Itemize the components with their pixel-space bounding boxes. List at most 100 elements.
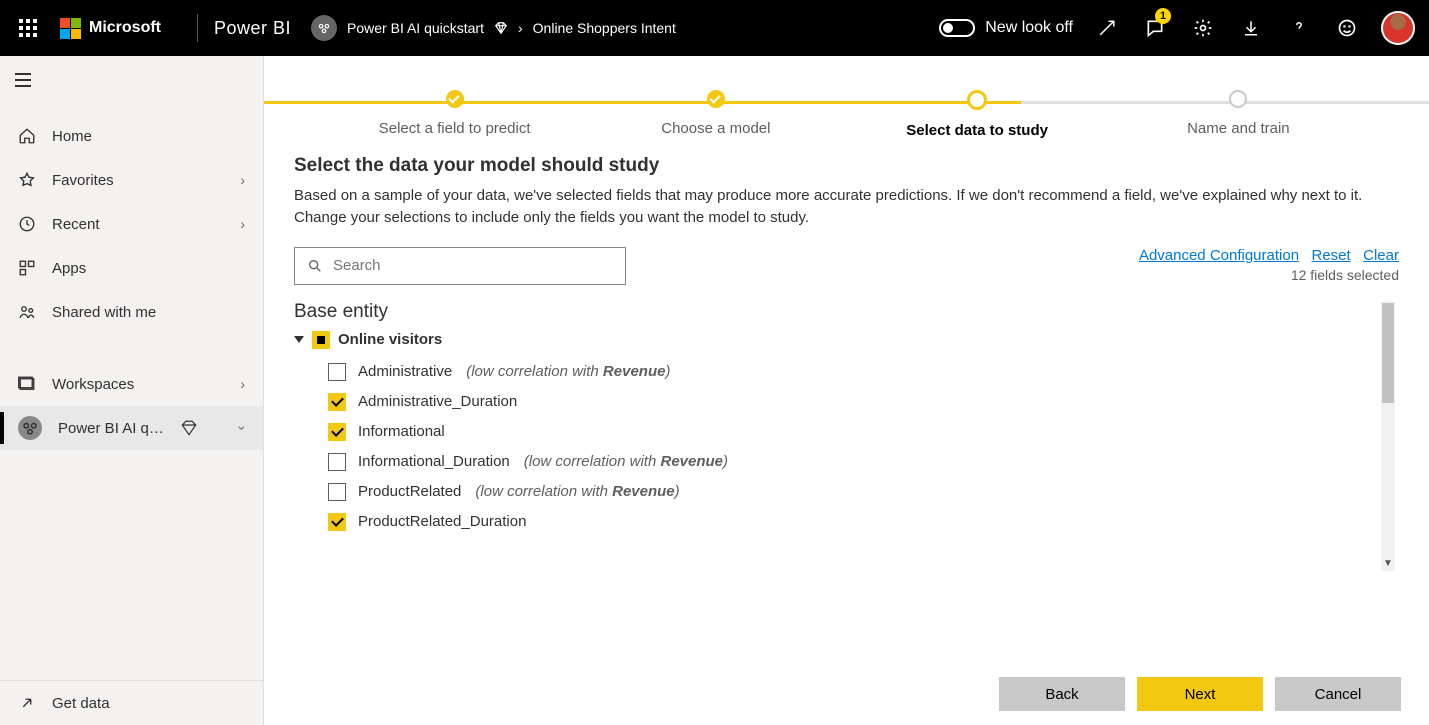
field-row[interactable]: Administrative(low correlation with Reve… bbox=[328, 357, 1399, 387]
field-row[interactable]: Informational_Duration (low correlation w… bbox=[328, 447, 1399, 477]
scroll-thumb[interactable] bbox=[1382, 303, 1394, 403]
nav-collapse-button[interactable] bbox=[0, 60, 263, 100]
product-brand[interactable]: Power BI bbox=[214, 18, 291, 39]
link-advanced-config[interactable]: Advanced Configuration bbox=[1139, 247, 1299, 264]
breadcrumb-page[interactable]: Online Shoppers Intent bbox=[533, 20, 676, 36]
field-checkbox[interactable] bbox=[328, 513, 346, 531]
workspace-avatar-icon bbox=[18, 416, 42, 440]
help-button[interactable] bbox=[1275, 0, 1323, 56]
new-look-label: New look off bbox=[985, 19, 1073, 37]
step-3[interactable]: Select data to study bbox=[847, 90, 1108, 139]
step-4[interactable]: Name and train bbox=[1108, 90, 1369, 139]
nav-home[interactable]: Home bbox=[0, 114, 263, 158]
new-look-toggle[interactable]: New look off bbox=[939, 19, 1073, 37]
caret-down-icon bbox=[294, 336, 304, 343]
step-dot-icon bbox=[967, 90, 987, 110]
feedback-button[interactable] bbox=[1323, 0, 1371, 56]
nav-home-label: Home bbox=[52, 128, 92, 145]
home-icon bbox=[18, 127, 36, 145]
field-row[interactable]: Informational bbox=[328, 417, 1399, 447]
page-description: Based on a sample of your data, we've se… bbox=[294, 185, 1399, 229]
field-row[interactable]: Administrative_Duration bbox=[328, 387, 1399, 417]
back-button[interactable]: Back bbox=[999, 677, 1125, 711]
step-1-label: Select a field to predict bbox=[324, 120, 585, 137]
step-dot-icon bbox=[446, 90, 464, 108]
entity-section-title: Base entity bbox=[294, 301, 1399, 323]
scroll-down-icon: ▼ bbox=[1381, 557, 1395, 571]
breadcrumb-sep: › bbox=[518, 20, 523, 36]
toggle-switch-icon bbox=[939, 19, 975, 37]
chevron-right-icon: › bbox=[240, 172, 245, 188]
search-icon bbox=[307, 258, 323, 274]
nav-get-data-label: Get data bbox=[52, 695, 110, 712]
cancel-button[interactable]: Cancel bbox=[1275, 677, 1401, 711]
field-name: ProductRelated bbox=[358, 483, 461, 500]
top-bar: Microsoft Power BI Power BI AI quickstar… bbox=[0, 0, 1429, 56]
link-reset[interactable]: Reset bbox=[1312, 247, 1351, 264]
nav-shared[interactable]: Shared with me bbox=[0, 290, 263, 334]
step-2-label: Choose a model bbox=[585, 120, 846, 137]
field-checkbox[interactable] bbox=[328, 363, 346, 381]
next-button[interactable]: Next bbox=[1137, 677, 1263, 711]
field-name: Administrative_Duration bbox=[358, 393, 517, 410]
step-2[interactable]: Choose a model bbox=[585, 90, 846, 139]
field-name: Informational bbox=[358, 423, 445, 440]
nav-workspaces-label: Workspaces bbox=[52, 376, 134, 393]
nav-apps[interactable]: Apps bbox=[0, 246, 263, 290]
search-box[interactable] bbox=[294, 247, 626, 285]
entity-checkbox[interactable] bbox=[312, 331, 330, 349]
field-checkbox[interactable] bbox=[328, 483, 346, 501]
page-title: Select the data your model should study bbox=[294, 155, 1399, 177]
breadcrumb-workspace[interactable]: Power BI AI quickstart bbox=[347, 20, 484, 36]
get-data-icon bbox=[18, 694, 36, 712]
download-button[interactable] bbox=[1227, 0, 1275, 56]
notification-badge: 1 bbox=[1155, 8, 1171, 24]
step-1[interactable]: Select a field to predict bbox=[324, 90, 585, 139]
field-reason: (low correlation with Revenue) bbox=[475, 483, 679, 500]
user-avatar[interactable] bbox=[1381, 11, 1415, 45]
nav-favorites[interactable]: Favorites › bbox=[0, 158, 263, 202]
microsoft-label: Microsoft bbox=[89, 19, 161, 37]
notifications-button[interactable]: 1 bbox=[1131, 0, 1179, 56]
field-name: Informational_Duration bbox=[358, 453, 510, 470]
selected-count: 12 fields selected bbox=[1131, 267, 1399, 283]
field-row[interactable]: ProductRelated_Duration bbox=[328, 507, 1399, 537]
field-checkbox[interactable] bbox=[328, 423, 346, 441]
nav-recent-label: Recent bbox=[52, 216, 100, 233]
chevron-right-icon: › bbox=[240, 216, 245, 232]
search-input[interactable] bbox=[333, 257, 613, 274]
hamburger-icon bbox=[14, 73, 32, 87]
nav-recent[interactable]: Recent › bbox=[0, 202, 263, 246]
nav-workspaces[interactable]: Workspaces › bbox=[0, 362, 263, 406]
field-checkbox[interactable] bbox=[328, 453, 346, 471]
nav-current-workspace[interactable]: Power BI AI q… › bbox=[0, 406, 263, 450]
step-3-label: Select data to study bbox=[847, 122, 1108, 139]
expand-button[interactable] bbox=[1083, 0, 1131, 56]
vertical-scrollbar[interactable]: ▲ ▼ bbox=[1381, 301, 1395, 571]
step-4-label: Name and train bbox=[1108, 120, 1369, 137]
nav-shared-label: Shared with me bbox=[52, 304, 156, 321]
left-nav: Home Favorites › Recent › Apps Shared wi… bbox=[0, 56, 264, 725]
shared-icon bbox=[18, 303, 36, 321]
link-clear[interactable]: Clear bbox=[1363, 247, 1399, 264]
field-list: Administrative(low correlation with Reve… bbox=[328, 357, 1399, 537]
nav-apps-label: Apps bbox=[52, 260, 86, 277]
wizard-stepper: Select a field to predict Choose a model… bbox=[264, 56, 1429, 145]
nav-current-workspace-label: Power BI AI q… bbox=[58, 420, 164, 437]
microsoft-logo[interactable]: Microsoft bbox=[60, 18, 161, 39]
entity-toggle[interactable]: Online visitors bbox=[294, 331, 1399, 349]
field-reason: (low correlation with Revenue) bbox=[524, 453, 728, 470]
diamond-icon bbox=[494, 21, 508, 35]
wizard-footer: Back Next Cancel bbox=[264, 663, 1429, 725]
settings-button[interactable] bbox=[1179, 0, 1227, 56]
star-icon bbox=[18, 171, 36, 189]
field-row[interactable]: ProductRelated (low correlation with Reve… bbox=[328, 477, 1399, 507]
field-checkbox[interactable] bbox=[328, 393, 346, 411]
app-launcher-button[interactable] bbox=[4, 0, 52, 56]
chevron-right-icon: › bbox=[240, 376, 245, 392]
nav-get-data[interactable]: Get data bbox=[0, 681, 263, 725]
field-name: ProductRelated_Duration bbox=[358, 513, 526, 530]
chevron-down-icon: › bbox=[235, 426, 251, 431]
apps-icon bbox=[18, 259, 36, 277]
step-dot-icon bbox=[1229, 90, 1247, 108]
